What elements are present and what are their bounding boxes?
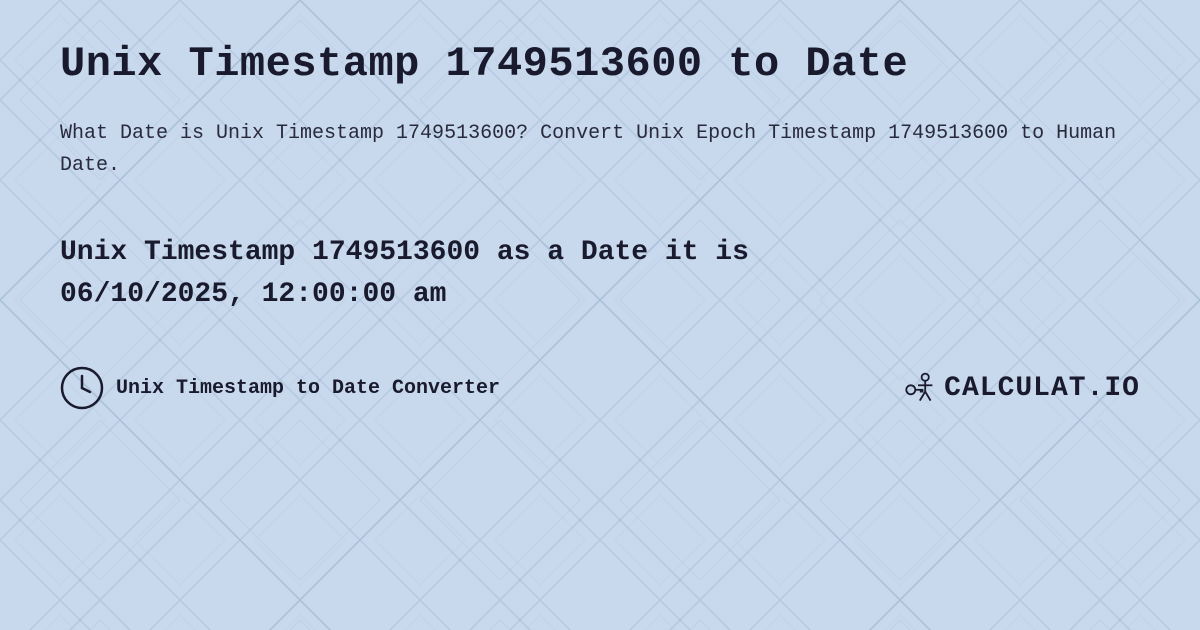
result-text: Unix Timestamp 1749513600 as a Date it i… <box>60 232 1140 316</box>
clock-icon <box>60 366 104 410</box>
result-line2: 06/10/2025, 12:00:00 am <box>60 279 446 310</box>
footer-link-text[interactable]: Unix Timestamp to Date Converter <box>116 377 500 400</box>
footer-left[interactable]: Unix Timestamp to Date Converter <box>60 366 500 410</box>
logo-text: CALCULAT.IO <box>944 373 1140 404</box>
page-title: Unix Timestamp 1749513600 to Date <box>60 40 1140 88</box>
calculatio-icon <box>900 370 936 406</box>
page-description: What Date is Unix Timestamp 1749513600? … <box>60 118 1140 182</box>
footer: Unix Timestamp to Date Converter <box>60 366 1140 410</box>
logo-area[interactable]: CALCULAT.IO <box>900 370 1140 406</box>
result-line1: Unix Timestamp 1749513600 as a Date it i… <box>60 237 749 268</box>
result-section: Unix Timestamp 1749513600 as a Date it i… <box>60 232 1140 316</box>
